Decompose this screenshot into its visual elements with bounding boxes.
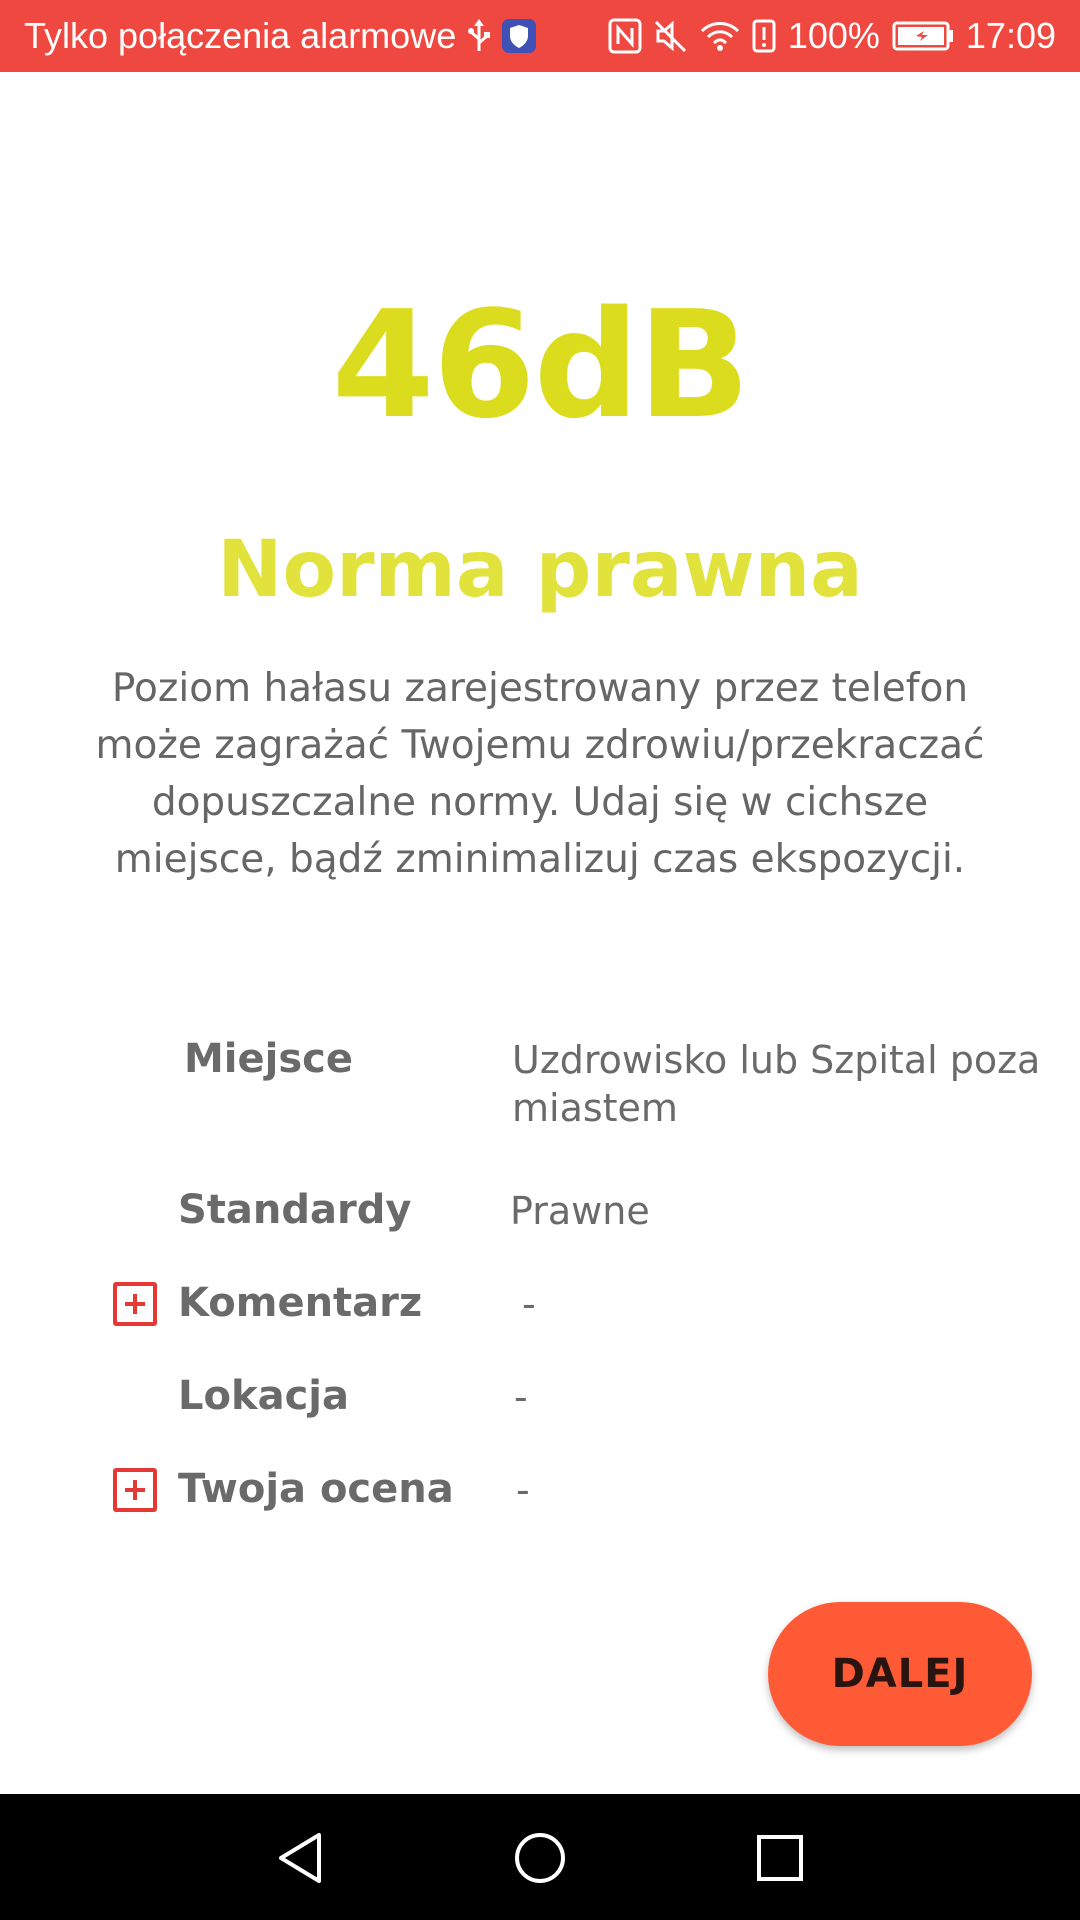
add-rating-icon[interactable] bbox=[113, 1468, 157, 1512]
status-bar: Tylko połączenia alarmowe 100% 17:09 bbox=[0, 0, 1080, 72]
standards-label: Standardy bbox=[178, 1187, 412, 1233]
wifi-icon bbox=[700, 19, 740, 53]
place-value: Uzdrowisko lub Szpital poza miastem bbox=[512, 1038, 1041, 1130]
battery-percent: 100% bbox=[787, 15, 880, 56]
recents-icon[interactable] bbox=[748, 1826, 812, 1890]
rating-value: - bbox=[516, 1468, 530, 1512]
navigation-bar bbox=[0, 1794, 1080, 1920]
location-label: Lokacja bbox=[178, 1373, 349, 1419]
alert-icon bbox=[752, 19, 776, 53]
comment-label[interactable]: Komentarz bbox=[178, 1278, 422, 1328]
place-label: Miejsce bbox=[184, 1036, 354, 1082]
add-comment-icon[interactable] bbox=[113, 1282, 157, 1326]
noise-level-value: 46dB bbox=[331, 279, 751, 451]
shield-app-icon bbox=[502, 19, 537, 53]
home-icon[interactable] bbox=[508, 1826, 572, 1890]
status-bar-right: 100% 17:09 bbox=[608, 15, 1056, 57]
rating-label[interactable]: Twoja ocena bbox=[178, 1464, 454, 1514]
nfc-icon bbox=[608, 18, 642, 54]
standards-value: Prawne bbox=[510, 1189, 650, 1233]
comment-value: - bbox=[522, 1282, 536, 1326]
usb-icon bbox=[468, 19, 491, 53]
status-bar-left: Tylko połączenia alarmowe bbox=[24, 15, 537, 57]
battery-icon bbox=[892, 21, 954, 51]
location-value: - bbox=[514, 1375, 528, 1419]
mute-icon bbox=[654, 19, 688, 53]
screen: Tylko połączenia alarmowe 100% 17:09 46d… bbox=[0, 0, 1080, 1920]
assessment-description: Poziom hałasu zarejestrowany przez telef… bbox=[95, 666, 985, 882]
next-button[interactable]: DALEJ bbox=[768, 1602, 1032, 1746]
back-icon[interactable] bbox=[268, 1826, 332, 1890]
clock: 17:09 bbox=[965, 15, 1056, 56]
carrier-text: Tylko połączenia alarmowe bbox=[24, 15, 457, 56]
assessment-title: Norma prawna bbox=[217, 525, 863, 615]
